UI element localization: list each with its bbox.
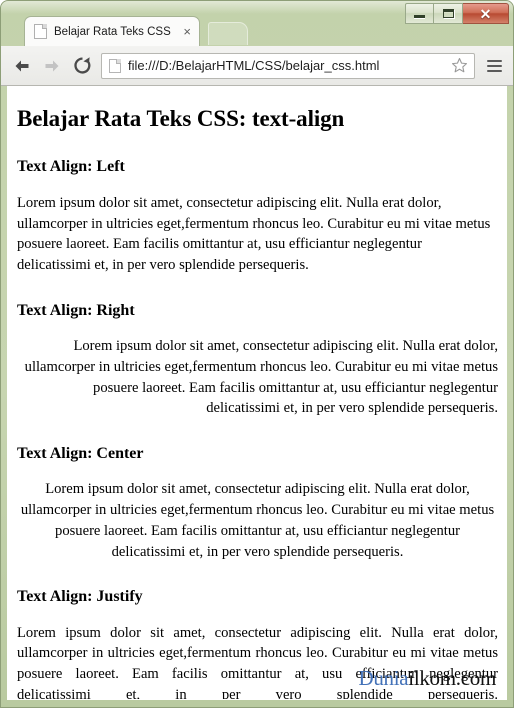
page-icon bbox=[34, 24, 47, 39]
browser-menu-button[interactable] bbox=[481, 51, 507, 81]
bookmark-button[interactable] bbox=[448, 55, 470, 77]
browser-window: ✕ Belajar Rata Teks CSS × file:///D:/Bel… bbox=[0, 0, 514, 708]
watermark-prefix: Dunia bbox=[358, 666, 409, 690]
page-content: Belajar Rata Teks CSS: text-align Text A… bbox=[8, 106, 506, 699]
paragraph-left: Lorem ipsum dolor sit amet, consectetur … bbox=[17, 194, 491, 273]
paragraph-right: Lorem ipsum dolor sit amet, consectetur … bbox=[24, 338, 498, 417]
hamburger-icon-bar bbox=[486, 64, 502, 67]
page-title: Belajar Rata Teks CSS: text-align bbox=[17, 106, 345, 131]
paragraph-center: Lorem ipsum dolor sit amet, consectetur … bbox=[20, 481, 495, 560]
back-arrow-icon bbox=[15, 60, 29, 71]
watermark: Duniailkom.com bbox=[358, 666, 496, 691]
address-bar[interactable]: file:///D:/BelajarHTML/CSS/belajar_css.h… bbox=[101, 52, 475, 79]
star-icon bbox=[451, 57, 467, 73]
tab-title: Belajar Rata Teks CSS bbox=[54, 25, 171, 38]
back-button[interactable] bbox=[7, 51, 37, 81]
reload-icon bbox=[73, 57, 90, 74]
hamburger-icon-bar bbox=[486, 69, 502, 72]
page-viewport: Belajar Rata Teks CSS: text-align Text A… bbox=[7, 86, 507, 700]
section-heading-left: Text Align: Left bbox=[17, 158, 125, 176]
section-heading-right: Text Align: Right bbox=[17, 301, 135, 319]
tab-close-icon[interactable]: × bbox=[181, 25, 193, 38]
page-icon bbox=[109, 58, 121, 73]
browser-toolbar: file:///D:/BelajarHTML/CSS/belajar_css.h… bbox=[1, 46, 513, 86]
url-text[interactable]: file:///D:/BelajarHTML/CSS/belajar_css.h… bbox=[128, 58, 448, 73]
tab-belajar-rata-teks-css[interactable]: Belajar Rata Teks CSS × bbox=[24, 16, 200, 46]
reload-button[interactable] bbox=[67, 51, 97, 81]
forward-arrow-icon bbox=[45, 60, 59, 71]
new-tab-button[interactable] bbox=[208, 22, 248, 45]
forward-button[interactable] bbox=[37, 51, 67, 81]
hamburger-icon bbox=[486, 59, 502, 62]
tab-strip: Belajar Rata Teks CSS × bbox=[0, 16, 514, 46]
section-heading-justify: Text Align: Justify bbox=[17, 588, 143, 606]
section-heading-center: Text Align: Center bbox=[17, 444, 144, 462]
watermark-suffix: ilkom.com bbox=[408, 666, 496, 690]
